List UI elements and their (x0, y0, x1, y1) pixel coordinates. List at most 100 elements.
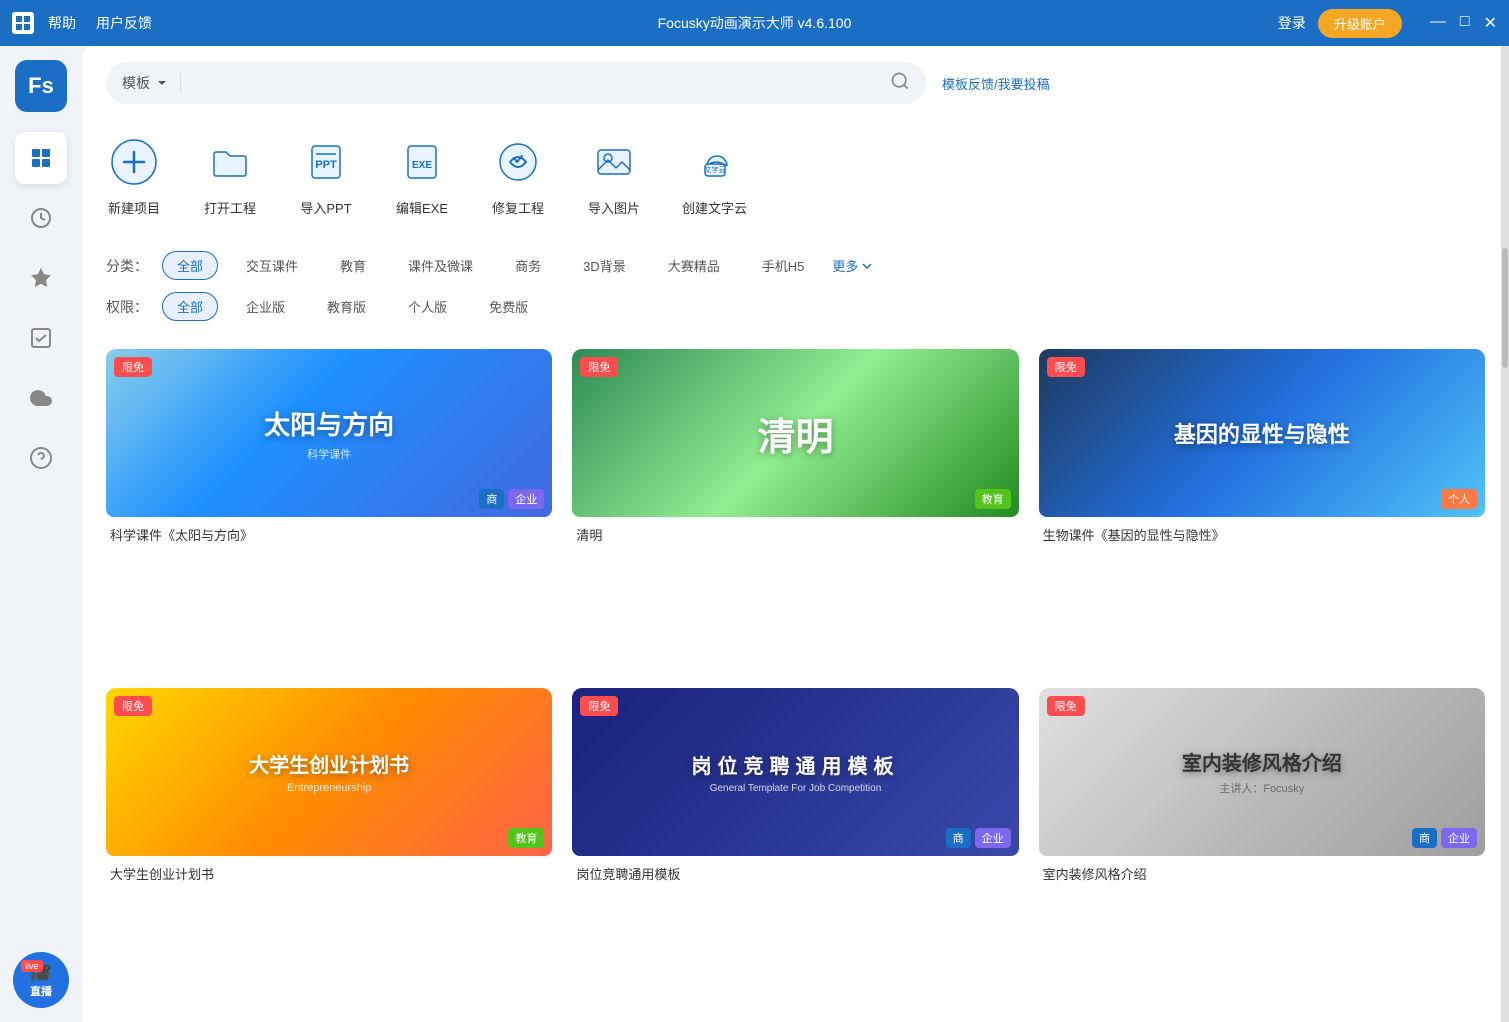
filter-category-all[interactable]: 全部 (162, 251, 218, 280)
template-tag-jiaoyu-4: 教育 (508, 828, 544, 848)
menu-feedback[interactable]: 用户反馈 (96, 13, 152, 33)
window-controls: — □ ✕ (1430, 13, 1497, 33)
title-bar: 帮助 用户反馈 Focusky动画演示大师 v4.6.100 登录 升级账户 —… (0, 0, 1509, 46)
filter-category-mobile[interactable]: 手机H5 (748, 252, 819, 279)
sidebar: Fs (0, 46, 82, 1022)
create-wordcloud-button[interactable]: 文字云 创建文字云 (682, 134, 747, 217)
sidebar-item-cloud[interactable] (15, 372, 67, 424)
edit-exe-button[interactable]: EXE 编辑EXE (394, 134, 450, 217)
repair-project-label: 修复工程 (492, 198, 544, 217)
sidebar-item-help[interactable] (15, 432, 67, 484)
template-badge-6: 限免 (1047, 696, 1085, 716)
import-image-button[interactable]: 导入图片 (586, 134, 642, 217)
template-card-4[interactable]: 限免 大学生创业计划书 Entrepreneurship 教育 大学生创业计划书 (106, 688, 552, 1007)
filter-category-business[interactable]: 商务 (501, 252, 555, 279)
action-buttons: 新建项目 打开工程 PPT 导入PPT (106, 124, 1485, 227)
template-badge-3: 限免 (1047, 357, 1085, 377)
scrollbar-thumb[interactable] (1502, 248, 1508, 368)
sidebar-item-favorites[interactable] (15, 252, 67, 304)
live-badge: live (21, 960, 43, 972)
template-sub-text-6: 主讲人：Focusky (1219, 780, 1304, 796)
template-card-3[interactable]: 限免 基因的显性与隐性 个人 生物课件《基因的显性与隐性》 (1039, 349, 1485, 668)
template-tag-geren-3: 个人 (1441, 489, 1477, 509)
template-tag-qiye-5: 企业 (975, 828, 1011, 848)
import-ppt-icon: PPT (298, 134, 354, 190)
template-main-text-2: 清明 (757, 406, 833, 461)
close-button[interactable]: ✕ (1484, 13, 1497, 33)
template-main-text-4: 大学生创业计划书 (249, 749, 409, 778)
template-overlay-2: 清明 (572, 349, 1018, 517)
template-main-text-5: 岗位竞聘通用模板 (691, 750, 899, 779)
upgrade-button[interactable]: 升级账户 (1318, 9, 1402, 38)
template-title-5: 岗位竞聘通用模板 (572, 856, 1018, 883)
template-thumbnail-1: 限免 太阳与方向 科学课件 商 企业 (106, 349, 552, 517)
svg-text:PPT: PPT (315, 159, 337, 171)
filter-category-3d[interactable]: 3D背景 (569, 252, 640, 279)
import-ppt-button[interactable]: PPT 导入PPT (298, 134, 354, 217)
template-overlay-3: 基因的显性与隐性 (1039, 349, 1485, 517)
category-filter-label: 分类： (106, 256, 148, 276)
open-project-button[interactable]: 打开工程 (202, 134, 258, 217)
template-sub-text-4: Entrepreneurship (287, 782, 371, 794)
filter-category-interactive[interactable]: 交互课件 (232, 252, 312, 279)
filter-perm-personal[interactable]: 个人版 (394, 293, 461, 320)
template-overlay-4: 大学生创业计划书 Entrepreneurship (106, 688, 552, 856)
template-sub-text-5: General Template For Job Competition (710, 783, 882, 794)
template-badge-1: 限免 (114, 357, 152, 377)
create-wordcloud-icon: 文字云 (687, 134, 743, 190)
template-main-text-3: 基因的显性与隐性 (1174, 417, 1350, 449)
edit-exe-icon: EXE (394, 134, 450, 190)
template-title-2: 清明 (572, 517, 1018, 544)
repair-project-icon (490, 134, 546, 190)
template-tag-shang-6: 商 (1412, 828, 1437, 848)
live-button[interactable]: live 🎥 直播 (13, 952, 69, 1008)
filter-category-education[interactable]: 教育 (326, 252, 380, 279)
app-logo-icon (12, 12, 34, 34)
template-title-1: 科学课件《太阳与方向》 (106, 517, 552, 544)
import-image-icon (586, 134, 642, 190)
template-thumbnail-6: 限免 室内装修风格介绍 主讲人：Focusky 商 企业 (1039, 688, 1485, 856)
search-area: 模板 模板反馈/我要投稿 (106, 62, 1485, 104)
template-grid: 限免 太阳与方向 科学课件 商 企业 科学课件《太阳与方向》 限免 (106, 349, 1485, 1006)
template-tags-6: 商 企业 (1412, 828, 1477, 848)
filter-category-courseware[interactable]: 课件及微课 (394, 252, 487, 279)
template-title-3: 生物课件《基因的显性与隐性》 (1039, 517, 1485, 544)
template-card-6[interactable]: 限免 室内装修风格介绍 主讲人：Focusky 商 企业 室内装修风格介绍 (1039, 688, 1485, 1007)
new-project-button[interactable]: 新建项目 (106, 134, 162, 217)
menu-bar: 帮助 用户反馈 (48, 13, 152, 33)
open-project-label: 打开工程 (204, 198, 256, 217)
filter-perm-education[interactable]: 教育版 (313, 293, 380, 320)
filter-perm-enterprise[interactable]: 企业版 (232, 293, 299, 320)
template-tag-jiaoyu-2: 教育 (975, 489, 1011, 509)
repair-project-button[interactable]: 修复工程 (490, 134, 546, 217)
menu-help[interactable]: 帮助 (48, 13, 76, 33)
template-card-2[interactable]: 限免 清明 教育 清明 (572, 349, 1018, 668)
filter-perm-all[interactable]: 全部 (162, 292, 218, 321)
minimize-button[interactable]: — (1430, 13, 1446, 33)
filter-more-label: 更多 (832, 256, 858, 275)
template-main-text-6: 室内装修风格介绍 (1182, 747, 1342, 776)
sidebar-item-home[interactable] (15, 132, 67, 184)
template-feedback-link[interactable]: 模板反馈/我要投稿 (942, 74, 1050, 93)
template-sub-text-1: 科学课件 (307, 446, 351, 462)
sidebar-item-recent[interactable] (15, 192, 67, 244)
template-thumbnail-2: 限免 清明 教育 (572, 349, 1018, 517)
login-button[interactable]: 登录 (1278, 13, 1306, 33)
filter-category-contest[interactable]: 大赛精品 (654, 252, 734, 279)
template-card-5[interactable]: 限免 岗位竞聘通用模板 General Template For Job Com… (572, 688, 1018, 1007)
template-tags-1: 商 企业 (479, 489, 544, 509)
search-input[interactable] (181, 75, 890, 91)
filter-more-button[interactable]: 更多 (832, 256, 873, 275)
restore-button[interactable]: □ (1460, 13, 1470, 33)
category-filter-row: 分类： 全部 交互课件 教育 课件及微课 商务 3D背景 大赛精品 手机H5 更… (106, 251, 1485, 280)
search-category-dropdown[interactable]: 模板 (122, 73, 181, 93)
app-body: Fs (0, 46, 1509, 1022)
live-label: 直播 (30, 983, 52, 999)
sidebar-item-tasks[interactable] (15, 312, 67, 364)
search-icon[interactable] (890, 71, 910, 96)
import-ppt-label: 导入PPT (300, 198, 351, 217)
template-card-1[interactable]: 限免 太阳与方向 科学课件 商 企业 科学课件《太阳与方向》 (106, 349, 552, 668)
template-title-4: 大学生创业计划书 (106, 856, 552, 883)
template-thumbnail-3: 限免 基因的显性与隐性 个人 (1039, 349, 1485, 517)
filter-perm-free[interactable]: 免费版 (475, 293, 542, 320)
